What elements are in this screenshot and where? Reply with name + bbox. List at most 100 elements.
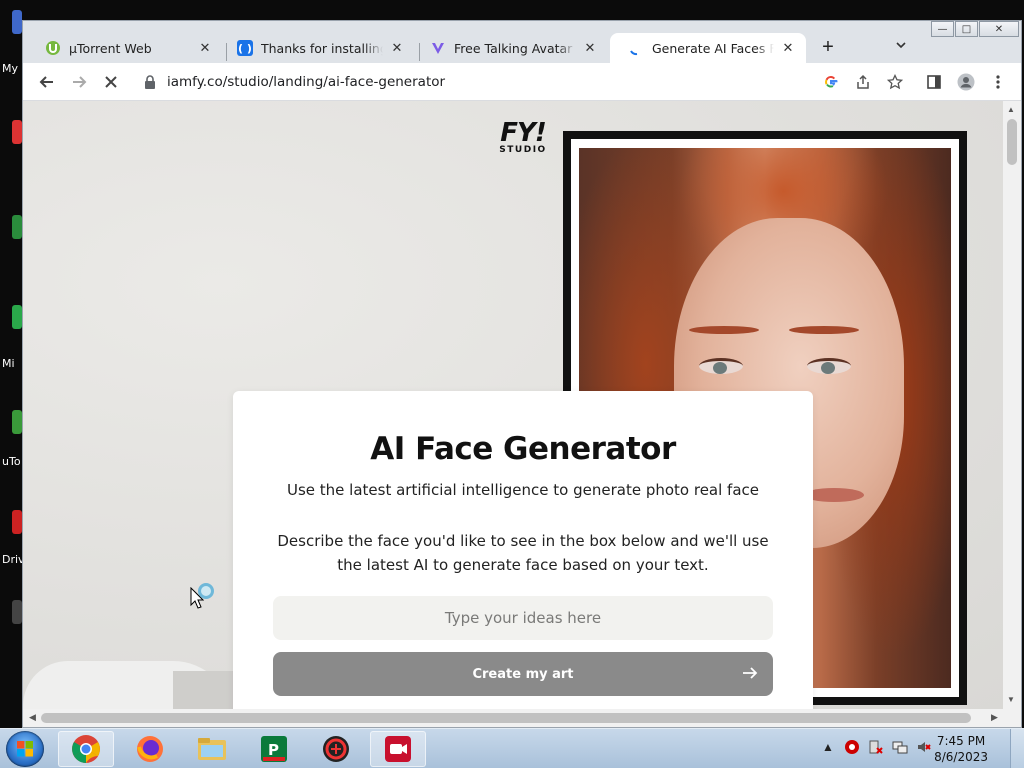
- show-hidden-icons-button[interactable]: ▲: [822, 740, 834, 754]
- new-tab-button[interactable]: +: [817, 37, 839, 59]
- tab-utorrent[interactable]: µTorrent Web ✕: [27, 33, 223, 63]
- desktop-icon-drive[interactable]: [12, 510, 22, 534]
- action-center-icon[interactable]: [868, 739, 884, 758]
- logo-sub-text: STUDIO: [499, 145, 547, 155]
- desktop-icon-app[interactable]: [12, 215, 22, 239]
- create-my-art-button[interactable]: Create my art: [273, 652, 773, 696]
- tab-title: Thanks for installing Driv: [261, 40, 383, 56]
- tab-drive[interactable]: ( ) Thanks for installing Driv ✕: [219, 33, 415, 63]
- menu-button[interactable]: [986, 70, 1010, 94]
- desktop-icon-app[interactable]: [12, 305, 22, 329]
- system-clock[interactable]: 7:45 PM 8/6/2023: [934, 733, 988, 765]
- game-booster-icon: [323, 736, 349, 762]
- portrait-lips: [804, 488, 864, 502]
- profile-button[interactable]: [954, 70, 978, 94]
- google-icon[interactable]: [821, 72, 841, 92]
- tab-strip: µTorrent Web ✕ ( ) Thanks for installing…: [23, 29, 1021, 63]
- chrome-icon: [72, 735, 100, 763]
- taskbar-pdf-app[interactable]: P: [246, 731, 302, 767]
- tab-avatar[interactable]: Free Talking Avatar Creat ✕: [412, 33, 608, 63]
- firefox-icon: [137, 736, 163, 762]
- chevron-down-icon: [896, 42, 906, 49]
- taskbar-firefox[interactable]: [122, 731, 178, 767]
- taskbar-chrome[interactable]: [58, 731, 114, 767]
- desktop-icon-app[interactable]: [12, 600, 22, 624]
- start-button[interactable]: [6, 731, 44, 767]
- close-tab-icon[interactable]: ✕: [389, 41, 405, 56]
- vertical-scroll-thumb[interactable]: [1007, 119, 1017, 165]
- desktop-icon-app[interactable]: [12, 120, 22, 144]
- scroll-down-arrow-icon[interactable]: ▼: [1007, 695, 1015, 704]
- url-text: iamfy.co/studio/landing/ai-face-generato…: [167, 74, 446, 90]
- browser-toolbar: iamfy.co/studio/landing/ai-face-generato…: [23, 63, 1021, 101]
- close-tab-icon[interactable]: ✕: [197, 41, 213, 56]
- page-viewport: FY! STUDIO AI Face Generator Use the lat…: [23, 101, 1003, 709]
- desktop-label: Mi: [2, 357, 15, 370]
- portrait-brow-left: [689, 326, 759, 334]
- windows-logo-icon: [17, 741, 33, 757]
- tab-title: Generate AI Faces For F: [652, 40, 774, 56]
- drive-icon: ( ): [237, 40, 253, 56]
- screen-recorder-icon: [385, 736, 411, 762]
- clock-date: 8/6/2023: [934, 750, 988, 764]
- pdf-app-icon: P: [261, 736, 287, 762]
- desktop-label: uTo: [2, 455, 21, 468]
- share-icon[interactable]: [853, 72, 873, 92]
- portrait-brow-right: [789, 326, 859, 334]
- tab-ai-faces[interactable]: Generate AI Faces For F ✕: [610, 33, 806, 63]
- busy-spinner-icon: [198, 583, 214, 599]
- clock-time: 7:45 PM: [936, 734, 986, 748]
- avatar-app-icon: [430, 40, 446, 56]
- horizontal-scrollbar[interactable]: ◀ ▶: [23, 709, 1021, 727]
- forward-button[interactable]: [67, 70, 91, 94]
- svg-text:P: P: [268, 741, 279, 759]
- desktop-icon-utorrent[interactable]: [12, 410, 22, 434]
- close-tab-icon[interactable]: ✕: [780, 41, 796, 56]
- kebab-menu-icon: [996, 75, 1000, 89]
- taskbar-file-explorer[interactable]: [184, 731, 240, 767]
- taskbar-game-app[interactable]: [308, 731, 364, 767]
- taskbar-recorder-app[interactable]: [370, 731, 426, 767]
- back-button[interactable]: [35, 70, 59, 94]
- scroll-up-arrow-icon[interactable]: ▲: [1007, 105, 1015, 114]
- stop-icon: [105, 76, 117, 88]
- lock-icon: [145, 75, 155, 89]
- stop-loading-button[interactable]: [99, 70, 123, 94]
- horizontal-scroll-thumb[interactable]: [41, 713, 971, 723]
- page-description: Describe the face you'd like to see in t…: [277, 532, 769, 574]
- utorrent-icon: [45, 40, 61, 56]
- tray-app-icon[interactable]: [844, 739, 860, 758]
- network-icon[interactable]: [892, 739, 908, 758]
- side-panel-button[interactable]: [922, 70, 946, 94]
- folder-icon: [198, 738, 226, 760]
- portrait-eye-left: [699, 358, 743, 374]
- desktop-icon-computer[interactable]: [12, 10, 22, 34]
- logo-main-text: FY!: [500, 118, 546, 148]
- scroll-left-arrow-icon[interactable]: ◀: [29, 712, 36, 723]
- page-subtitle: Use the latest artificial intelligence t…: [286, 481, 760, 499]
- desktop-label: My: [2, 62, 19, 75]
- tab-title: µTorrent Web: [69, 40, 152, 56]
- page-title: AI Face Generator: [370, 431, 676, 467]
- generator-card: AI Face Generator Use the latest artific…: [233, 391, 813, 709]
- address-bar[interactable]: iamfy.co/studio/landing/ai-face-generato…: [131, 68, 903, 96]
- tab-search-button[interactable]: [895, 39, 907, 54]
- loading-icon: [628, 40, 644, 56]
- close-tab-icon[interactable]: ✕: [582, 41, 598, 56]
- arrow-right-icon: [743, 667, 758, 679]
- side-panel-icon: [927, 75, 941, 89]
- portrait-eye-right: [807, 358, 851, 374]
- browser-window: — □ ✕ µTorrent Web ✕ ( ) Thanks for inst…: [22, 20, 1022, 728]
- profile-avatar-icon: [957, 73, 975, 91]
- taskbar: P ▲ 7:45 PM 8/6/2023: [0, 728, 1024, 768]
- vertical-scrollbar[interactable]: ▲ ▼: [1003, 101, 1021, 709]
- create-button-label: Create my art: [472, 666, 574, 682]
- back-arrow-icon: [39, 76, 53, 88]
- tab-title: Free Talking Avatar Creat: [454, 40, 576, 56]
- fy-studio-logo[interactable]: FY! STUDIO: [497, 118, 549, 155]
- ideas-input[interactable]: [273, 596, 773, 640]
- volume-muted-icon[interactable]: [916, 739, 932, 758]
- scroll-right-arrow-icon[interactable]: ▶: [991, 712, 998, 723]
- show-desktop-button[interactable]: [1010, 729, 1024, 768]
- bookmark-star-icon[interactable]: [885, 72, 905, 92]
